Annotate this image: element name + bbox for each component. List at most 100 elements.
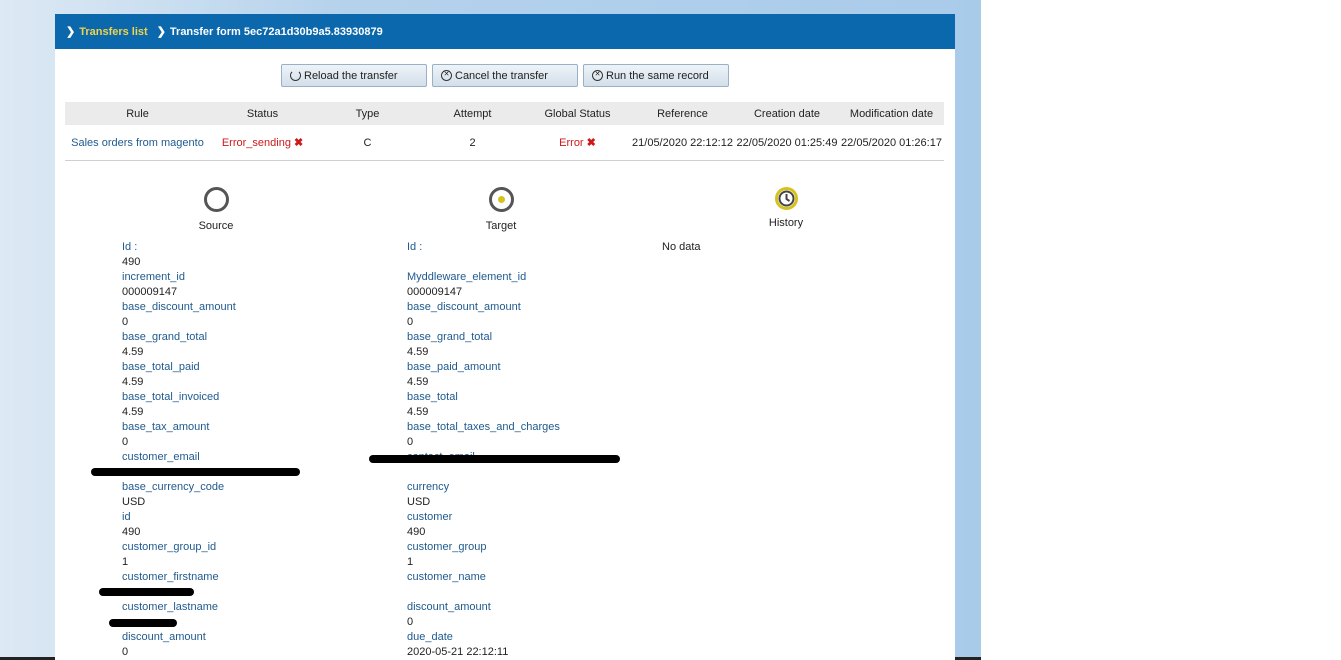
- redaction-mark: [369, 455, 620, 463]
- header-creation-date: Creation date: [753, 107, 821, 120]
- field-key: Id :: [407, 241, 423, 253]
- field-key: customer_group: [407, 541, 487, 553]
- field-value: 0: [122, 646, 129, 658]
- field-value: [407, 465, 560, 480]
- target-header: Target: [431, 187, 571, 232]
- field-value: USD: [122, 496, 146, 508]
- field-value: 0: [122, 436, 129, 448]
- field-value: 0: [122, 316, 129, 328]
- field-value: 1: [122, 556, 129, 568]
- field-key: base_grand_total: [407, 331, 493, 343]
- history-icon: [774, 186, 799, 211]
- field-value: 4.59: [407, 346, 429, 358]
- header-modification-date: Modification date: [849, 107, 934, 120]
- breadcrumb: ❯ Transfers list ❯ Transfer form 5ec72a1…: [55, 14, 955, 49]
- field-value: 4.59: [122, 376, 144, 388]
- header-status: Status: [246, 107, 279, 120]
- field-value: [407, 585, 560, 600]
- creation-date-value: 22/05/2020 01:25:49: [736, 136, 838, 149]
- transfers-list-link[interactable]: Transfers list: [79, 26, 147, 38]
- type-value: C: [363, 136, 372, 149]
- cancel-transfer-button[interactable]: ✕ Cancel the transfer: [432, 64, 578, 87]
- field-key: base_paid_amount: [407, 361, 501, 373]
- field-key: Id :: [122, 241, 138, 253]
- run-same-record-button[interactable]: ✕ Run the same record: [583, 64, 729, 87]
- history-empty: No data: [662, 241, 701, 253]
- error-icon: ✖: [586, 137, 596, 149]
- field-key: discount_amount: [407, 601, 491, 613]
- run-icon: ✕: [592, 70, 603, 81]
- header-attempt: Attempt: [453, 107, 492, 120]
- field-key: base_tax_amount: [122, 421, 210, 433]
- field-key: customer_name: [407, 571, 486, 583]
- history-label: History: [768, 217, 804, 229]
- field-key: increment_id: [122, 271, 185, 283]
- field-value: 4.59: [407, 406, 429, 418]
- field-key: customer_lastname: [122, 601, 218, 613]
- field-value: 0: [407, 616, 414, 628]
- field-value: 000009147: [407, 286, 463, 298]
- header-rule: Rule: [126, 107, 149, 120]
- page-title: Transfer form 5ec72a1d30b9a5.83930879: [169, 25, 383, 38]
- header-type: Type: [355, 107, 380, 120]
- field-key: base_total_taxes_and_charges: [407, 421, 560, 433]
- redaction-mark: [99, 588, 194, 596]
- field-key: base_total_invoiced: [122, 391, 220, 403]
- field-key: Myddleware_element_id: [407, 271, 527, 283]
- chevron-right-icon: ❯: [156, 26, 166, 38]
- cancel-icon: ✕: [441, 70, 452, 81]
- status-value: Error_sending: [221, 137, 291, 149]
- rule-link[interactable]: Sales orders from magento: [71, 137, 204, 149]
- field-value: 490: [407, 526, 426, 538]
- modification-date-value: 22/05/2020 01:26:17: [841, 136, 942, 149]
- target-label: Target: [485, 220, 517, 232]
- field-value: 0: [407, 436, 414, 448]
- field-key: currency: [407, 481, 450, 493]
- field-key: id: [122, 511, 131, 523]
- source-fields: Id : 490 increment_id 000009147 base_discoun…: [122, 240, 236, 660]
- history-header: History: [716, 186, 856, 229]
- table-header: Rule Status Type Attempt Global Status R…: [65, 102, 944, 125]
- field-key: base_total_paid: [122, 361, 200, 373]
- field-key: base_discount_amount: [122, 301, 236, 313]
- redaction-mark: [91, 468, 300, 476]
- field-value: 0: [407, 316, 414, 328]
- transfer-panel: ❯ Transfers list ❯ Transfer form 5ec72a1…: [55, 14, 955, 660]
- field-key: due_date: [407, 631, 453, 643]
- field-key: customer_group_id: [122, 541, 217, 553]
- field-key: base_total: [407, 391, 458, 403]
- reload-icon: [290, 70, 301, 81]
- source-circle-icon: [203, 187, 229, 212]
- redaction-mark: [109, 619, 177, 627]
- field-key: customer_email: [122, 451, 200, 463]
- table-row: Sales orders from magento Error_sending ✖…: [65, 125, 944, 161]
- reload-transfer-button[interactable]: Reload the transfer: [281, 64, 427, 87]
- field-value: 1: [407, 556, 414, 568]
- field-value: USD: [407, 496, 431, 508]
- header-global-status: Global Status: [544, 107, 611, 120]
- target-circle-icon: [488, 187, 514, 212]
- source-label: Source: [198, 220, 234, 232]
- attempt-value: 2: [469, 136, 476, 149]
- header-reference: Reference: [657, 107, 708, 120]
- field-value: 000009147: [122, 286, 178, 298]
- error-icon: ✖: [293, 137, 304, 149]
- field-value: 4.59: [122, 346, 144, 358]
- field-key: base_currency_code: [122, 481, 225, 493]
- field-key: customer: [407, 511, 453, 523]
- field-value: 4.59: [407, 376, 429, 388]
- source-header: Source: [146, 187, 286, 232]
- reference-value: 21/05/2020 22:12:12: [632, 136, 733, 149]
- chevron-right-icon: ❯: [66, 26, 76, 38]
- field-value: 490: [122, 256, 141, 268]
- field-key: customer_firstname: [122, 571, 219, 583]
- target-fields: Id : Myddleware_element_id 000009147 base_d…: [407, 240, 560, 660]
- field-value: 490: [122, 526, 141, 538]
- field-value: [407, 255, 560, 270]
- field-key: discount_amount: [122, 631, 206, 643]
- transfer-table: Rule Status Type Attempt Global Status R…: [65, 102, 944, 161]
- field-key: base_grand_total: [122, 331, 208, 343]
- field-value: 4.59: [122, 406, 144, 418]
- field-value: 2020-05-21 22:12:11: [407, 646, 509, 658]
- field-key: base_discount_amount: [407, 301, 521, 313]
